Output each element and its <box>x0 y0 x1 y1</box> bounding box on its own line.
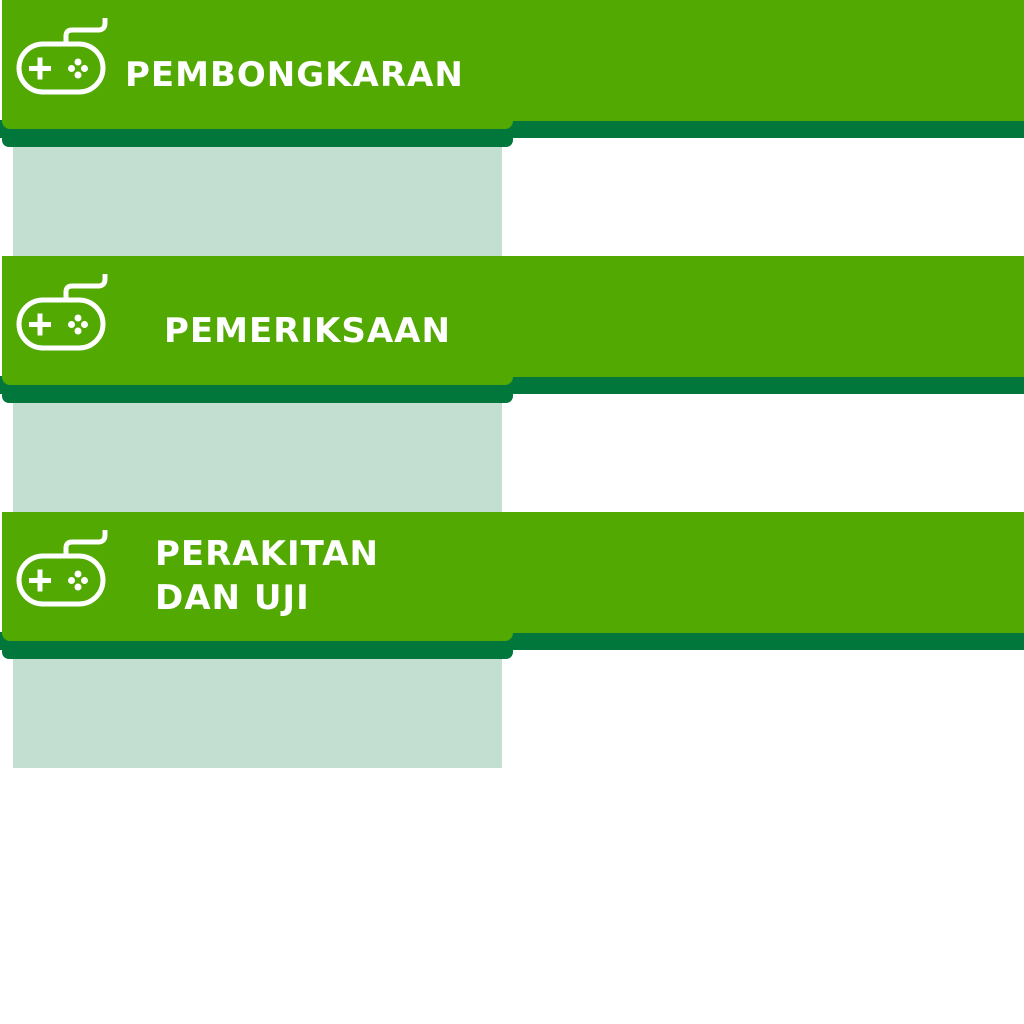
menu-label: PERAKITAN DAN UJI <box>155 532 379 620</box>
menu-label-line: PEMBONGKARAN <box>125 55 464 95</box>
gamepad-icon <box>16 18 108 96</box>
menu-section-pemeriksaan: PEMERIKSAAN <box>0 256 1024 512</box>
menu-label-line: PERAKITAN <box>155 534 379 574</box>
menu-label-line: DAN UJI <box>155 578 310 618</box>
gamepad-icon <box>16 274 108 352</box>
menu-section-pembongkaran: PEMBONGKARAN <box>0 0 1024 256</box>
menu-label-line: PEMERIKSAAN <box>164 311 451 351</box>
menu-label: PEMERIKSAAN <box>164 309 451 353</box>
menu-section-perakitan-dan-uji: PERAKITAN DAN UJI <box>0 512 1024 768</box>
section-panel <box>13 642 502 768</box>
menu-button-pembongkaran[interactable]: PEMBONGKARAN <box>2 0 513 129</box>
menu-button-pemeriksaan[interactable]: PEMERIKSAAN <box>2 256 513 385</box>
section-panel <box>13 386 502 512</box>
menu-label: PEMBONGKARAN <box>125 53 464 97</box>
gamepad-icon <box>16 530 108 608</box>
menu-button-perakitan-dan-uji[interactable]: PERAKITAN DAN UJI <box>2 512 513 641</box>
menu-screen: PEMBONGKARAN PEMERIKSAAN PERAKITAN DAN U… <box>0 0 1024 1024</box>
section-panel <box>13 130 502 256</box>
